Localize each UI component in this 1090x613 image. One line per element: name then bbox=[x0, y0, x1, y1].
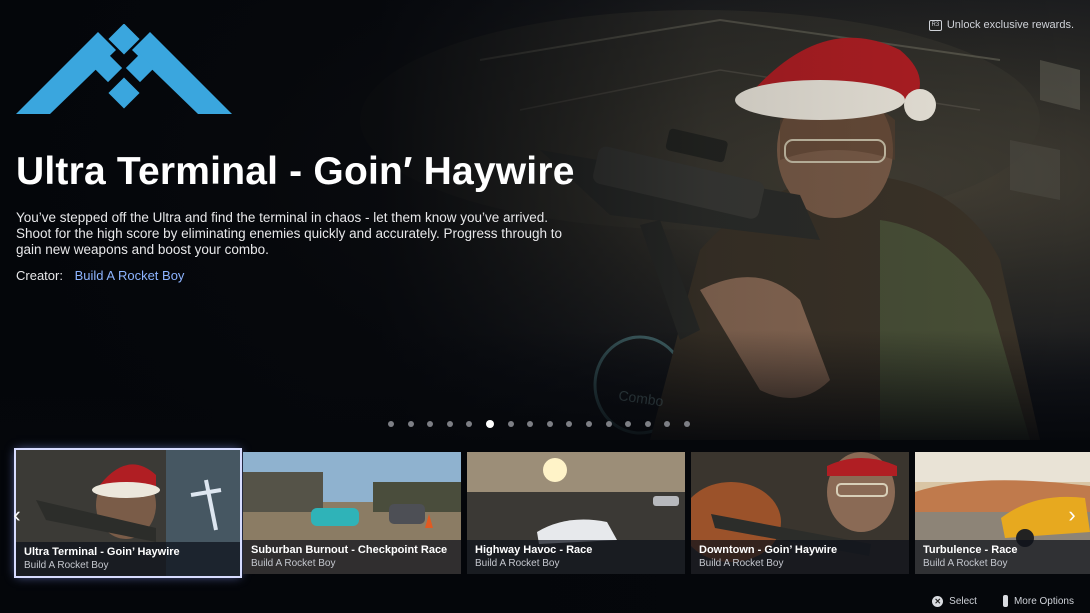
pagination-dot[interactable] bbox=[585, 421, 592, 427]
pagination-dot[interactable] bbox=[566, 421, 573, 427]
tile-creator: Build A Rocket Boy bbox=[251, 558, 336, 569]
pagination-dot[interactable] bbox=[605, 421, 612, 427]
tile-creator: Build A Rocket Boy bbox=[923, 558, 1008, 569]
game-description: You’ve stepped off the Ultra and find th… bbox=[16, 210, 563, 257]
tile-caption: Downtown - Goin’ Haywire Build A Rocket … bbox=[691, 540, 909, 574]
tile-title: Downtown - Goin’ Haywire bbox=[699, 544, 838, 556]
chevron-right-icon[interactable]: › bbox=[1062, 502, 1082, 528]
tile-title: Suburban Burnout - Checkpoint Race bbox=[251, 544, 448, 556]
pagination-dot[interactable] bbox=[683, 421, 690, 427]
tile-creator: Build A Rocket Boy bbox=[699, 558, 784, 569]
tile-title: Turbulence - Race bbox=[923, 544, 1018, 556]
pagination-dot[interactable] bbox=[546, 421, 553, 427]
pagination-dot[interactable] bbox=[427, 421, 434, 427]
tile-caption: Ultra Terminal - Goin’ Haywire Build A R… bbox=[16, 542, 240, 576]
tile-caption: Highway Havoc - Race Build A Rocket Boy bbox=[467, 540, 685, 574]
tile-caption: Suburban Burnout - Checkpoint Race Build… bbox=[243, 540, 461, 574]
pagination-dot[interactable] bbox=[644, 421, 651, 427]
tile-creator: Build A Rocket Boy bbox=[475, 558, 560, 569]
carousel-tile[interactable]: Highway Havoc - Race Build A Rocket Boy bbox=[467, 452, 685, 574]
tile-title: Highway Havoc - Race bbox=[475, 544, 593, 556]
more-options-label: More Options bbox=[1013, 595, 1074, 607]
pagination-dot[interactable] bbox=[388, 421, 394, 427]
carousel-pagination bbox=[388, 420, 690, 428]
page-title: Ultra Terminal - Goin′ Haywire bbox=[16, 150, 575, 193]
pagination-dot[interactable] bbox=[664, 421, 671, 427]
select-prompt-label: Select bbox=[949, 595, 977, 607]
pagination-dot[interactable] bbox=[527, 421, 534, 427]
pagination-dot-active[interactable] bbox=[485, 420, 494, 428]
creator-label: Creator: bbox=[16, 268, 63, 283]
creator-line: Creator: Build A Rocket Boy bbox=[16, 268, 184, 283]
game-logo bbox=[16, 24, 232, 114]
pagination-dot[interactable] bbox=[446, 421, 453, 427]
carousel-tile[interactable]: Suburban Burnout - Checkpoint Race Build… bbox=[243, 452, 461, 574]
cross-button-icon: ✕ bbox=[932, 595, 944, 607]
unlock-rewards-text: Unlock exclusive rewards. bbox=[946, 19, 1074, 31]
carousel-tile[interactable]: Downtown - Goin’ Haywire Build A Rocket … bbox=[691, 452, 909, 574]
touchpad-icon bbox=[1002, 595, 1008, 607]
tile-caption: Turbulence - Race Build A Rocket Boy bbox=[915, 540, 1090, 574]
unlock-rewards-prompt[interactable]: R3 Unlock exclusive rewards. bbox=[928, 19, 1074, 31]
creator-name[interactable]: Build A Rocket Boy bbox=[75, 268, 185, 283]
tile-title: Ultra Terminal - Goin’ Haywire bbox=[24, 546, 180, 558]
button-prompts: ✕ Select More Options bbox=[932, 595, 1074, 607]
game-carousel: Ultra Terminal - Goin’ Haywire Build A R… bbox=[0, 448, 1090, 578]
r3-button-icon: R3 bbox=[928, 19, 942, 31]
pagination-dot[interactable] bbox=[407, 421, 414, 427]
carousel-tile[interactable]: Ultra Terminal - Goin’ Haywire Build A R… bbox=[14, 448, 242, 578]
pagination-dot[interactable] bbox=[507, 421, 514, 427]
chevron-left-icon[interactable]: ‹ bbox=[7, 502, 27, 528]
tile-creator: Build A Rocket Boy bbox=[24, 560, 109, 571]
pagination-dot[interactable] bbox=[625, 421, 632, 427]
pagination-dot[interactable] bbox=[466, 421, 473, 427]
hero-bottom-gradient bbox=[0, 330, 1090, 450]
